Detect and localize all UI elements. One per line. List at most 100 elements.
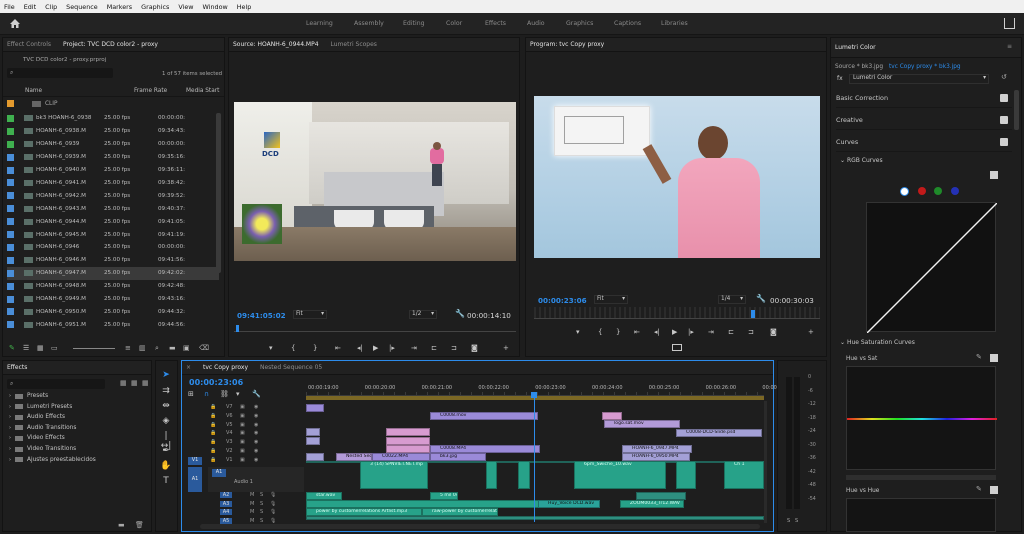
- linked-selection-icon[interactable]: ⛓: [220, 390, 229, 398]
- wrench-icon[interactable]: 🔧: [455, 309, 465, 318]
- eye-icon[interactable]: ◉: [254, 413, 258, 419]
- timeline-clip[interactable]: [636, 492, 686, 500]
- type-tool-icon[interactable]: T: [160, 476, 172, 488]
- eye-icon[interactable]: ◉: [254, 457, 258, 463]
- effect-folder[interactable]: › Video Effects: [9, 435, 65, 441]
- mute-button[interactable]: M: [250, 501, 254, 507]
- list-item[interactable]: HOANH-6_0946.M 25.00 fps 09:41:56:: [7, 254, 219, 267]
- source-scrubber[interactable]: [234, 322, 516, 332]
- timeline-clip[interactable]: HOANH-6_0947.MP4: [622, 445, 692, 453]
- source-patch-a1[interactable]: A1: [188, 467, 202, 492]
- hand-tool-icon[interactable]: ✋: [160, 461, 172, 473]
- enable-checkbox[interactable]: [1000, 93, 1008, 102]
- toggle-sync-icon[interactable]: ▣: [240, 457, 245, 463]
- go-to-out-icon[interactable]: ⇥: [708, 328, 714, 336]
- list-item[interactable]: HOANH-6_0945.M 25.00 fps 09:41:19:: [7, 228, 219, 241]
- list-item[interactable]: HOANH-6_0948.M 25.00 fps 09:42:48:: [7, 280, 219, 293]
- source-res-select[interactable]: 1/2 ▾: [409, 310, 437, 319]
- label-swatch[interactable]: [7, 179, 14, 187]
- mute-button[interactable]: M: [250, 518, 254, 524]
- project-search-input[interactable]: ⌕: [7, 68, 113, 78]
- white-channel-dot[interactable]: [900, 187, 909, 196]
- pen-tool-icon[interactable]: ✒: [160, 446, 172, 458]
- zoom-slider[interactable]: [73, 348, 115, 349]
- new-item-icon[interactable]: ▣: [183, 344, 190, 352]
- icon-view-icon[interactable]: ▦: [37, 344, 44, 352]
- list-item[interactable]: HOANH-6_0939 25.00 fps 00:00:00:: [7, 138, 219, 151]
- effect-folder[interactable]: › Audio Effects: [9, 414, 65, 420]
- enable-checkbox[interactable]: [1000, 137, 1008, 146]
- vertical-scrollbar-track[interactable]: [764, 401, 767, 523]
- timeline-clip[interactable]: star.wav: [306, 492, 342, 500]
- comparison-view-icon[interactable]: [672, 344, 682, 351]
- clear-icon[interactable]: ⌫: [199, 344, 209, 352]
- play-icon[interactable]: ▶: [672, 328, 677, 336]
- mark-out-icon[interactable]: }: [313, 344, 317, 352]
- add-marker-icon[interactable]: ▾: [236, 390, 240, 398]
- label-swatch[interactable]: [7, 153, 14, 161]
- eye-icon[interactable]: ◉: [254, 430, 258, 436]
- mark-in-icon[interactable]: {: [598, 328, 602, 336]
- 32bit-icon[interactable]: ▦: [131, 379, 138, 387]
- col-media-start[interactable]: Media Start: [186, 88, 219, 94]
- tab-project[interactable]: Project: TVC DCD color2 - proxy: [63, 41, 158, 48]
- share-icon[interactable]: [1004, 18, 1015, 29]
- razor-icon[interactable]: ◈: [160, 416, 172, 428]
- toggle-sync-icon[interactable]: ▣: [240, 413, 245, 419]
- source-fit-select[interactable]: Fit ▾: [293, 310, 327, 319]
- step-back-icon[interactable]: ◂|: [357, 344, 363, 352]
- timeline-clip[interactable]: C0008.mov: [430, 412, 538, 420]
- playhead-marker[interactable]: [531, 392, 537, 398]
- mark-in-icon[interactable]: {: [291, 344, 295, 352]
- timeline-clip[interactable]: [386, 445, 430, 453]
- menu-sequence[interactable]: Sequence: [66, 3, 98, 11]
- timeline-clip[interactable]: Huy_Voice DCD.wav: [538, 500, 600, 508]
- label-swatch[interactable]: [7, 205, 14, 213]
- list-item[interactable]: HOANH-6_0939.M 25.00 fps 09:35:16:: [7, 151, 219, 164]
- ws-editing[interactable]: Editing: [403, 20, 425, 27]
- track-select-icon[interactable]: ⇉: [160, 386, 172, 398]
- rgb-checkbox[interactable]: [990, 171, 998, 179]
- ws-learning[interactable]: Learning: [306, 20, 333, 27]
- camera-icon[interactable]: ◙: [770, 328, 777, 336]
- toggle-sync-icon[interactable]: ▣: [240, 430, 245, 436]
- menu-markers[interactable]: Markers: [107, 3, 132, 11]
- solo-button[interactable]: S: [260, 501, 263, 507]
- lock-icon[interactable]: 🔒: [210, 404, 216, 410]
- lift-icon[interactable]: ⊏: [728, 328, 734, 336]
- mute-button[interactable]: M: [250, 509, 254, 515]
- list-item[interactable]: HOANH-6_0946 25.00 fps 00:00:00:: [7, 241, 219, 254]
- extract-icon[interactable]: ⊐: [748, 328, 754, 336]
- new-bin-icon[interactable]: ▬: [169, 344, 176, 352]
- timeline-clip[interactable]: [306, 500, 542, 508]
- eye-icon[interactable]: ◉: [254, 404, 258, 410]
- timeline-clip[interactable]: C0008-DCD-Slide.psd: [676, 429, 762, 437]
- close-icon[interactable]: ×: [186, 364, 191, 371]
- mic-icon[interactable]: 🎙: [270, 509, 276, 515]
- ws-color[interactable]: Color: [446, 20, 462, 27]
- eyedropper-icon[interactable]: ✎: [976, 485, 982, 493]
- lock-icon[interactable]: 🔒: [210, 439, 216, 445]
- solo-right-button[interactable]: S: [795, 518, 798, 524]
- timeline-clip[interactable]: [306, 404, 324, 412]
- hvh-checkbox[interactable]: [990, 486, 998, 494]
- timeline-clip[interactable]: [386, 428, 430, 436]
- label-swatch[interactable]: [7, 243, 14, 251]
- list-item[interactable]: HOANH-6_0944.M 25.00 fps 09:41:05:: [7, 215, 219, 228]
- timeline-clip[interactable]: bk3.jpg: [430, 453, 486, 461]
- label-swatch[interactable]: [7, 269, 14, 277]
- list-item[interactable]: bk3 HOANH-6_0938 25.00 fps 00:00:00:: [7, 112, 219, 125]
- tab-effect-controls[interactable]: Effect Controls: [7, 41, 51, 48]
- tab-lumetri-scopes[interactable]: Lumetri Scopes: [331, 41, 377, 48]
- timeline-clip[interactable]: [306, 437, 320, 445]
- rgb-curve-graph[interactable]: [866, 202, 998, 334]
- label-swatch[interactable]: [7, 321, 14, 329]
- timeline-clip[interactable]: logo.sat.mov: [604, 420, 680, 428]
- step-forward-icon[interactable]: |▸: [389, 344, 395, 352]
- effect-folder[interactable]: › Lumetri Presets: [9, 404, 72, 410]
- timeline-clip[interactable]: HOANH-6_0950.MP4: [622, 453, 690, 461]
- menu-clip[interactable]: Clip: [45, 3, 57, 11]
- tab-program[interactable]: Program: tvc Copy proxy: [530, 41, 604, 48]
- solo-left-button[interactable]: S: [787, 518, 790, 524]
- sort-icon[interactable]: ≡: [125, 344, 131, 352]
